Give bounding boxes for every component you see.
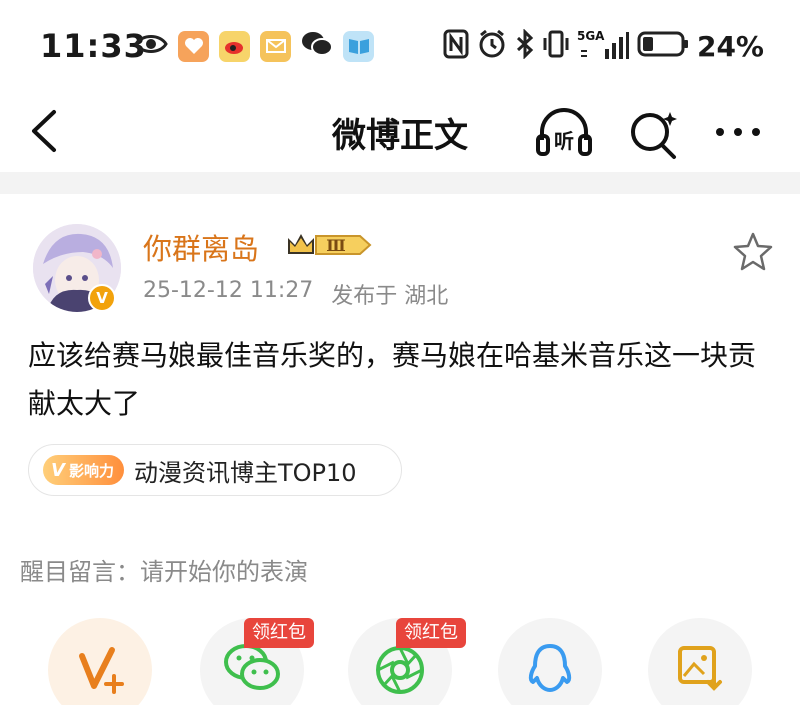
crown-icon: Ⅲ xyxy=(288,234,372,255)
post-content: 应该给赛马娘最佳音乐奖的，赛马娘在哈基米音乐这一块贡献太大了 xyxy=(28,339,757,420)
vplus-icon xyxy=(79,647,124,694)
system-icons: 5GA 24% xyxy=(443,28,764,63)
chevron-left-icon xyxy=(32,110,56,152)
notification-icons xyxy=(134,30,374,62)
wechat-icon xyxy=(301,30,333,62)
weibo-icon xyxy=(219,30,250,62)
influence-v-mark: V xyxy=(51,459,65,481)
favorite-button[interactable] xyxy=(732,230,774,272)
redpacket-badge-wechat: 领红包 xyxy=(244,618,314,648)
eye-icon xyxy=(134,32,168,60)
vip-level-text: Ⅲ xyxy=(326,236,345,255)
vip-level-badge[interactable]: Ⅲ xyxy=(286,230,372,260)
bluetooth-icon xyxy=(515,28,535,63)
headphones-icon: 听 xyxy=(536,108,592,156)
signal-icon: 5GA xyxy=(577,29,629,61)
username[interactable]: 你群离岛 xyxy=(143,226,259,268)
more-button[interactable] xyxy=(708,112,768,152)
vibrate-icon xyxy=(543,29,569,63)
mail-icon xyxy=(260,30,291,62)
status-time: 11:33 xyxy=(40,27,147,65)
heart-app-icon xyxy=(178,30,209,62)
share-row: 领红包 领红包 xyxy=(0,602,800,705)
influence-tag-label: 影响力 xyxy=(68,461,114,480)
save-image-button[interactable] xyxy=(648,618,752,705)
search-icon xyxy=(631,112,677,159)
post-location: 发布于 湖北 xyxy=(331,284,449,309)
star-icon xyxy=(733,232,773,271)
verified-badge: V xyxy=(88,284,116,312)
listen-button[interactable]: 听 xyxy=(534,104,594,160)
alarm-icon xyxy=(477,29,507,63)
share-qq-button[interactable] xyxy=(498,618,602,705)
more-dots-icon xyxy=(716,128,760,136)
wechat-icon xyxy=(224,644,280,690)
listen-label: 听 xyxy=(554,129,574,153)
qq-icon xyxy=(528,644,572,692)
section-divider xyxy=(0,172,800,194)
nfc-icon xyxy=(443,29,469,63)
influence-text: 动漫资讯博主TOP10 xyxy=(133,458,357,487)
influence-badge[interactable]: V 影响力 动漫资讯博主TOP10 xyxy=(28,444,402,496)
save-image-icon xyxy=(678,646,722,691)
post-meta: 25-12-12 11:27 发布于 湖北 xyxy=(143,278,448,310)
status-bar: 11:33 5GA 24% xyxy=(0,0,800,92)
battery-percent: 24% xyxy=(696,29,764,63)
comment-hint[interactable]: 醒目留言：请开始你的表演 xyxy=(20,552,308,587)
influence-tag: V 影响力 xyxy=(43,455,124,485)
share-vplus-button[interactable] xyxy=(48,618,152,705)
redpacket-badge-moments: 领红包 xyxy=(396,618,466,648)
battery-icon xyxy=(637,30,689,62)
nav-bar: 微博正文 听 xyxy=(0,92,800,172)
moments-icon xyxy=(376,646,424,694)
post-timestamp: 25-12-12 11:27 xyxy=(143,278,314,303)
search-button[interactable] xyxy=(626,106,682,162)
book-icon xyxy=(343,30,374,62)
back-button[interactable] xyxy=(26,106,66,156)
